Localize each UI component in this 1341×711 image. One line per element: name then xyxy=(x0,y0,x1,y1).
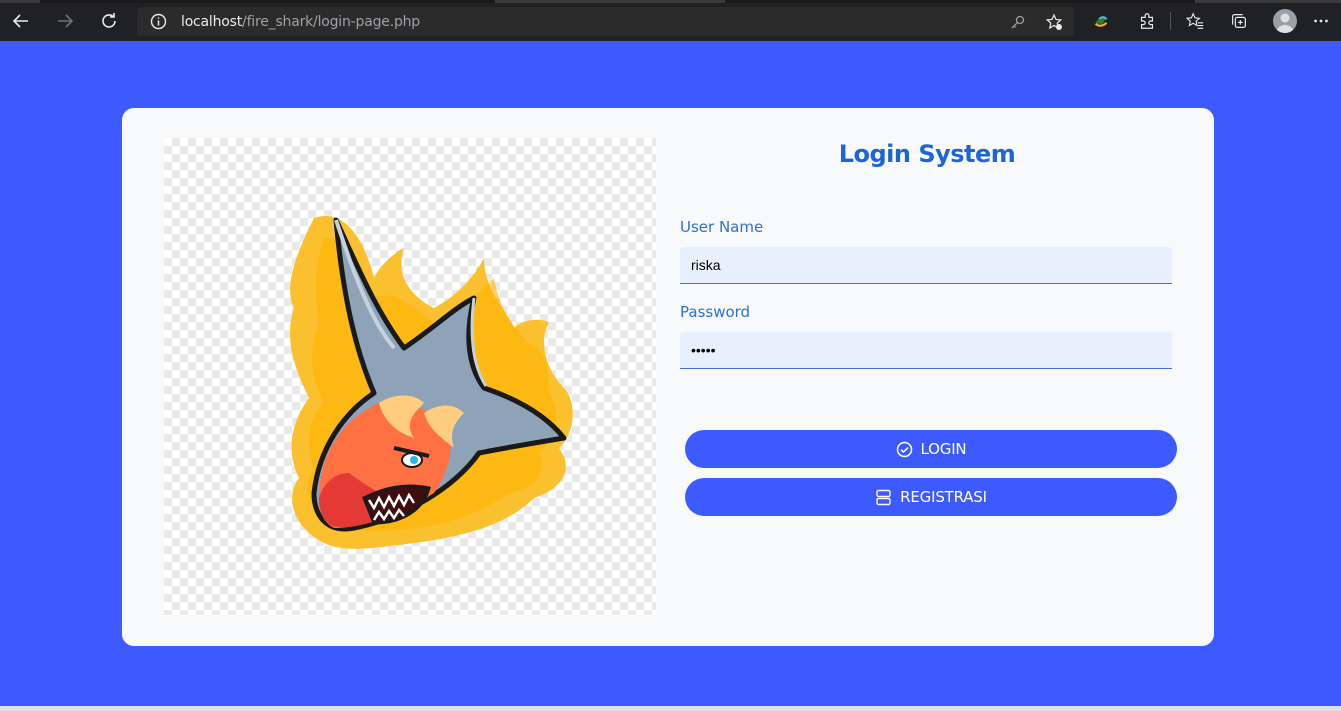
username-input[interactable] xyxy=(680,247,1172,284)
username-label: User Name xyxy=(680,218,764,236)
profile-icon[interactable] xyxy=(1273,9,1297,33)
server-icon xyxy=(875,489,892,506)
fire-shark-logo xyxy=(289,216,573,549)
check-circle-icon xyxy=(896,441,913,458)
back-icon[interactable] xyxy=(8,8,34,34)
tab-strip xyxy=(0,0,1341,3)
login-button-label: LOGIN xyxy=(920,440,967,458)
toolbar-separator xyxy=(1170,12,1171,30)
key-icon[interactable] xyxy=(1009,13,1027,31)
login-card: Login System User Name Password LOGIN RE… xyxy=(122,108,1214,646)
url-text: localhost/fire_shark/login-page.php xyxy=(181,14,420,30)
register-button[interactable]: REGISTRASI xyxy=(685,478,1177,516)
favorites-icon[interactable] xyxy=(1184,10,1206,32)
page-title: Login System xyxy=(838,140,1016,168)
login-button[interactable]: LOGIN xyxy=(685,430,1177,468)
extension-icon[interactable] xyxy=(1091,10,1113,32)
browser-toolbar: localhost/fire_shark/login-page.php xyxy=(0,0,1341,41)
more-icon[interactable] xyxy=(1310,10,1332,32)
forward-icon[interactable] xyxy=(52,8,78,34)
reload-icon[interactable] xyxy=(96,8,122,34)
password-label: Password xyxy=(680,303,751,321)
window-bottom-edge xyxy=(0,706,1341,711)
puzzle-icon[interactable] xyxy=(1136,10,1158,32)
register-button-label: REGISTRASI xyxy=(900,488,987,506)
collections-icon[interactable] xyxy=(1228,10,1250,32)
info-icon[interactable] xyxy=(150,13,167,30)
shark-logo-panel xyxy=(164,138,656,615)
address-bar[interactable]: localhost/fire_shark/login-page.php xyxy=(137,7,1074,36)
password-input[interactable] xyxy=(680,332,1172,369)
add-favorite-icon[interactable] xyxy=(1045,13,1063,31)
